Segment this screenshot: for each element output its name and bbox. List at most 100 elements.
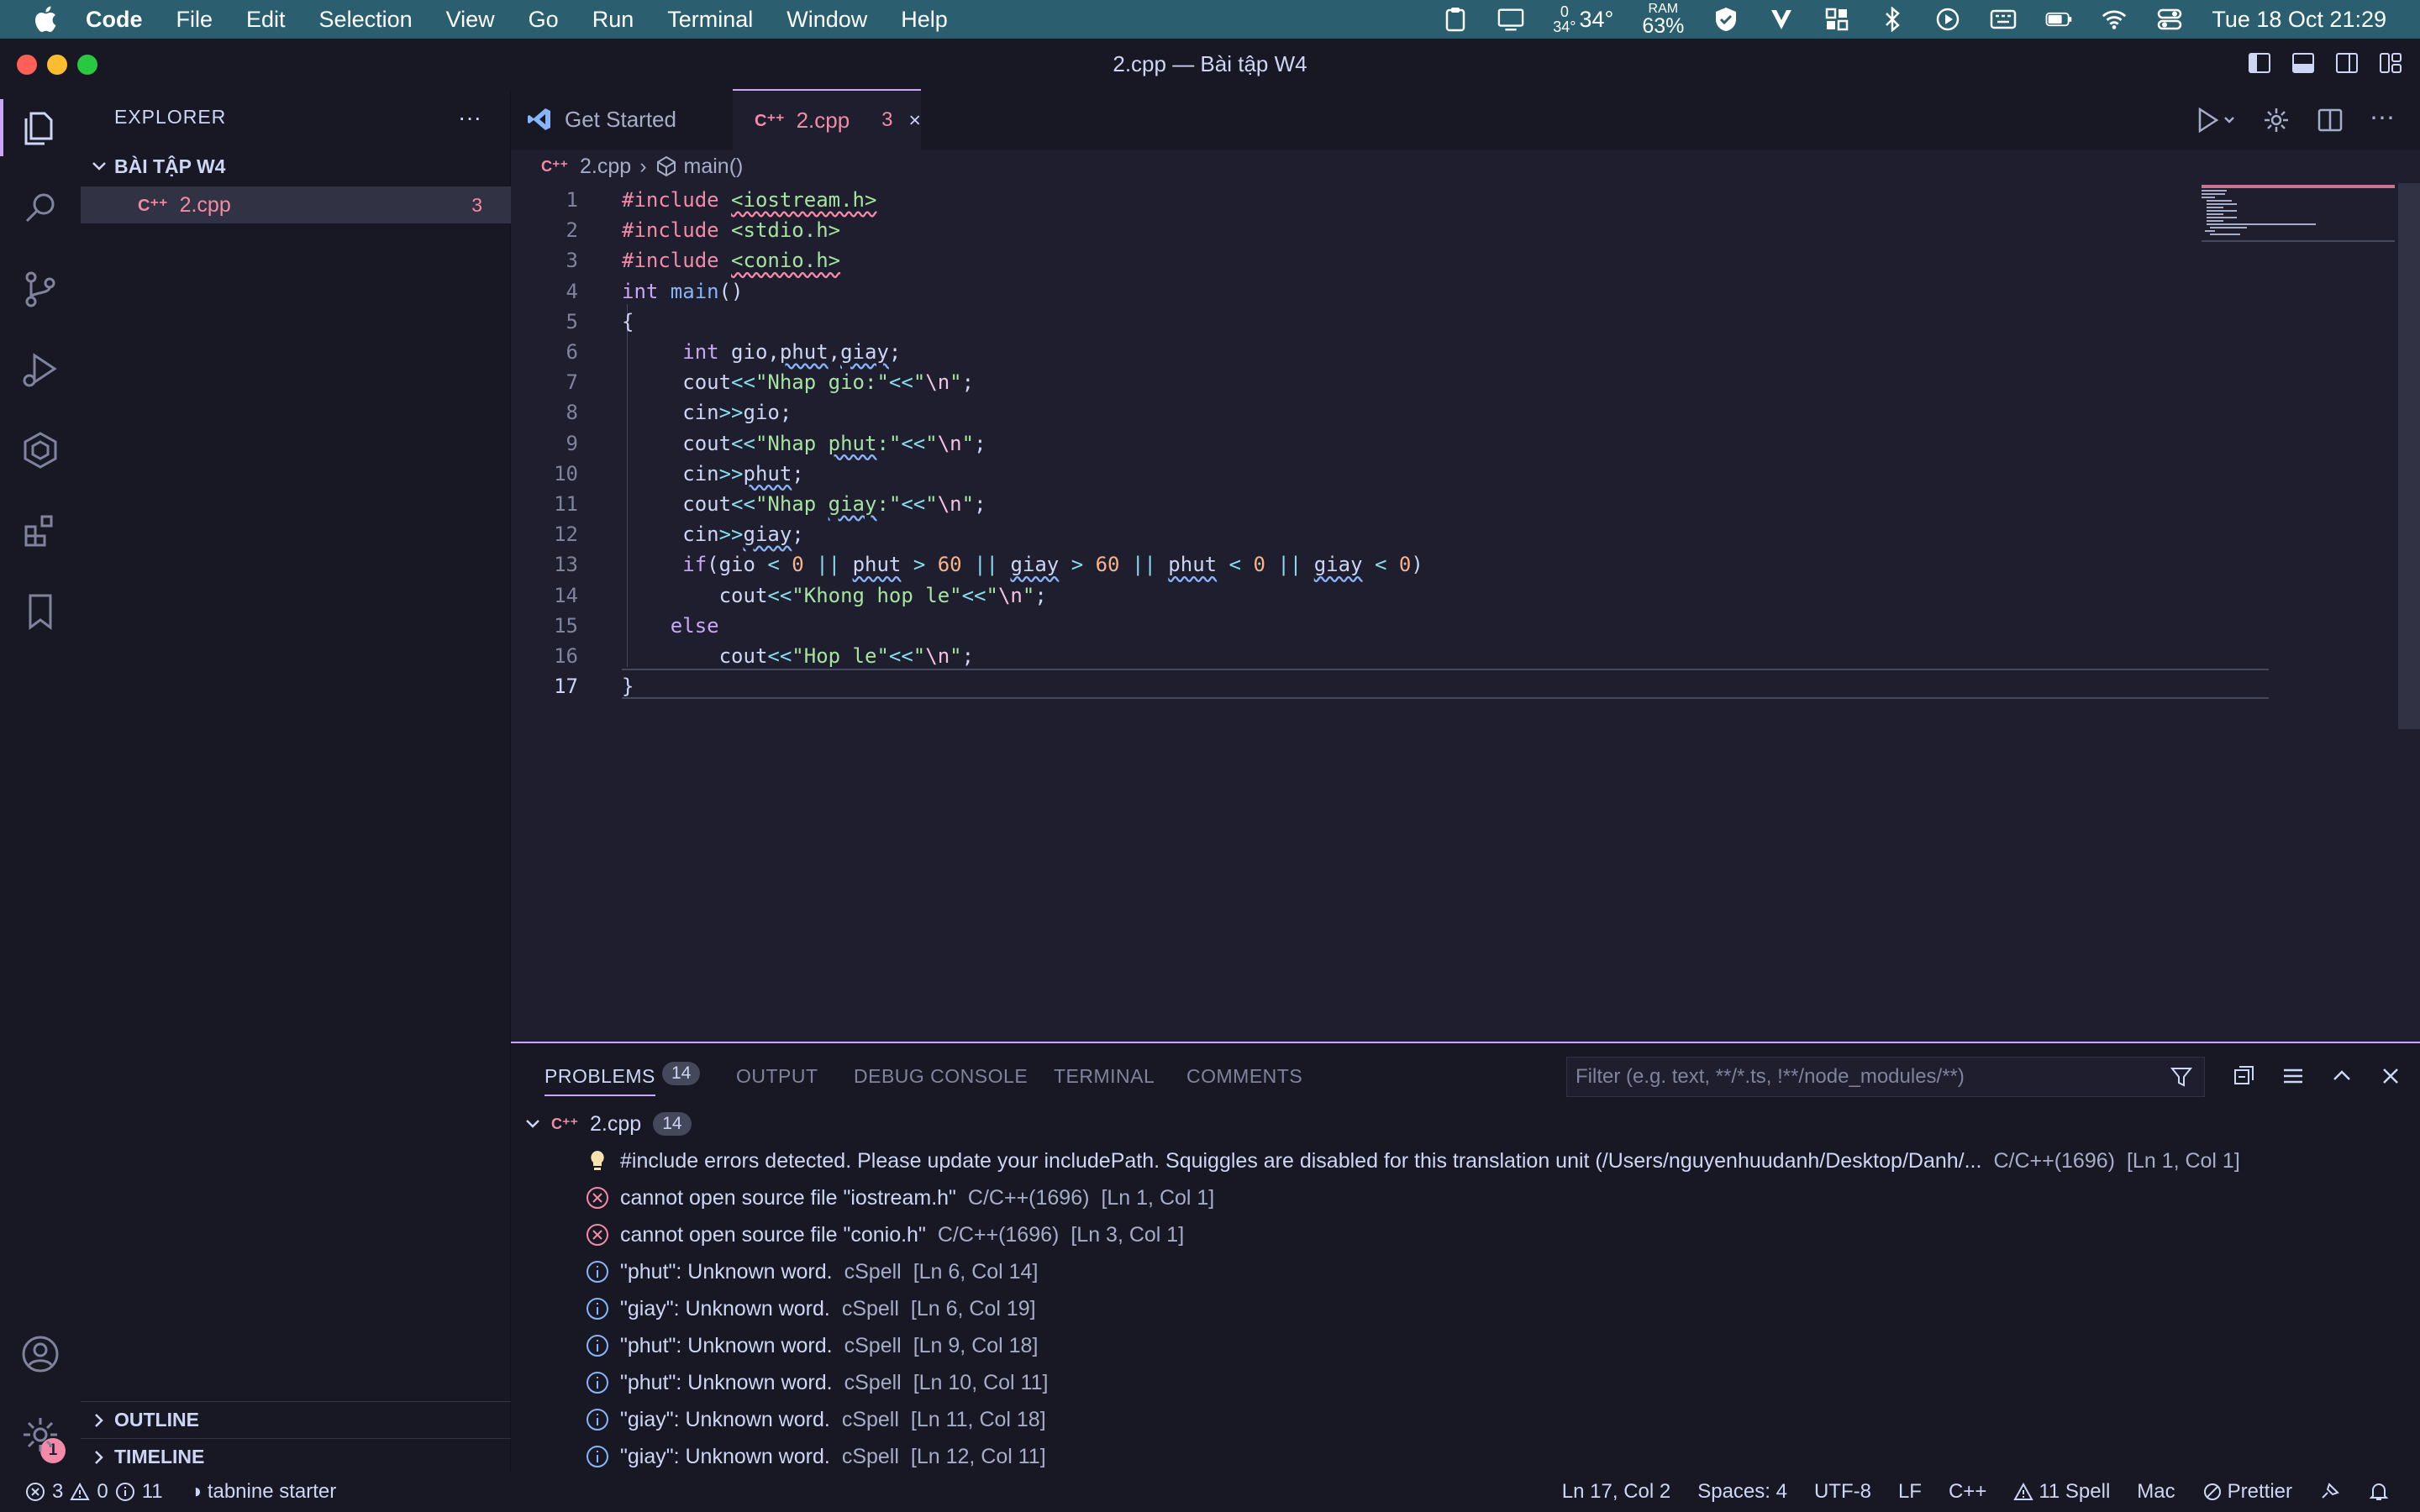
menu-view[interactable]: View bbox=[446, 7, 495, 33]
outline-section[interactable]: OUTLINE bbox=[81, 1401, 511, 1438]
spell-status[interactable]: 11 Spell bbox=[2013, 1480, 2110, 1504]
shield-icon[interactable] bbox=[1712, 7, 1739, 32]
more-actions-icon[interactable]: ⋯ bbox=[2370, 106, 2395, 134]
close-tab-icon[interactable] bbox=[908, 111, 921, 129]
cursor-position[interactable]: Ln 17, Col 2 bbox=[1562, 1480, 1670, 1504]
code-line[interactable]: 6 int gio,phut,giay; bbox=[511, 337, 2191, 367]
display-icon[interactable] bbox=[1497, 7, 1524, 32]
maximize-window-button[interactable] bbox=[77, 55, 97, 75]
collapse-all-icon[interactable] bbox=[2232, 1063, 2257, 1089]
close-panel-icon[interactable] bbox=[2378, 1063, 2403, 1089]
minimize-window-button[interactable] bbox=[47, 55, 67, 75]
menu-app-name[interactable]: Code bbox=[86, 7, 143, 33]
code-line[interactable]: 9 cout<<"Nhap phut:"<<"\n"; bbox=[511, 428, 2191, 459]
tab-get-started[interactable]: Get Started bbox=[511, 89, 726, 150]
clock[interactable]: Tue 18 Oct 21:29 bbox=[2212, 7, 2386, 33]
menu-go[interactable]: Go bbox=[529, 7, 559, 33]
problem-row[interactable]: "phut": Unknown word. cSpell [Ln 6, Col 14… bbox=[511, 1253, 2420, 1290]
bluetooth-icon[interactable] bbox=[1879, 7, 1906, 32]
v-app-icon[interactable] bbox=[1768, 7, 1795, 32]
tab-debug-console[interactable]: DEBUG CONSOLE bbox=[854, 1065, 1028, 1088]
remote-explorer-icon[interactable] bbox=[17, 427, 64, 474]
editor-scrollbar[interactable] bbox=[2398, 183, 2420, 729]
menu-help[interactable]: Help bbox=[901, 7, 948, 33]
feedback-icon[interactable] bbox=[2319, 1481, 2341, 1503]
window-grid-icon[interactable] bbox=[1823, 7, 1850, 32]
menu-terminal[interactable]: Terminal bbox=[667, 7, 753, 33]
clipboard-icon[interactable] bbox=[1442, 7, 1469, 32]
problems-filter-input[interactable]: Filter (e.g. text, **/*.ts, !**/node_mod… bbox=[1566, 1057, 2205, 1097]
tabnine-status[interactable]: ◑ tabnine starter bbox=[190, 1480, 337, 1504]
ram-widget[interactable]: RAM 63% bbox=[1642, 1, 1684, 38]
code-line[interactable]: 7 cout<<"Nhap gio:"<<"\n"; bbox=[511, 367, 2191, 397]
code-line[interactable]: 3 #include <conio.h> bbox=[511, 245, 2191, 276]
problem-row[interactable]: #include errors detected. Please update … bbox=[511, 1142, 2420, 1179]
menu-selection[interactable]: Selection bbox=[319, 7, 413, 33]
extensions-icon[interactable] bbox=[17, 507, 64, 554]
code-line[interactable]: 1 #include <iostream.h> bbox=[511, 185, 2191, 215]
code-line[interactable]: 8 cin>>gio; bbox=[511, 397, 2191, 428]
code-line[interactable]: 12 cin>>giay; bbox=[511, 519, 2191, 549]
search-icon[interactable] bbox=[17, 185, 64, 232]
prettier-status[interactable]: Prettier bbox=[2202, 1480, 2292, 1504]
minimap[interactable] bbox=[2202, 185, 2395, 244]
problem-row[interactable]: "giay": Unknown word. cSpell [Ln 12, Col 1… bbox=[511, 1438, 2420, 1475]
apple-icon[interactable] bbox=[32, 4, 62, 34]
run-debug-icon[interactable] bbox=[17, 346, 64, 393]
file-item-2cpp[interactable]: C⁺⁺ 2.cpp 3 bbox=[81, 186, 511, 223]
account-icon[interactable] bbox=[17, 1331, 64, 1378]
bookmark-icon[interactable] bbox=[17, 588, 64, 635]
run-code-icon[interactable] bbox=[2195, 106, 2237, 134]
menu-run[interactable]: Run bbox=[592, 7, 634, 33]
code-line[interactable]: 13 if(gio < 0 || phut > 60 || giay > 60 … bbox=[511, 549, 2191, 580]
toggle-primary-sidebar-icon[interactable] bbox=[2247, 50, 2272, 76]
problem-row[interactable]: cannot open source file "conio.h" C/C++(1… bbox=[511, 1216, 2420, 1253]
maximize-panel-icon[interactable] bbox=[2329, 1063, 2354, 1089]
problem-row[interactable]: "giay": Unknown word. cSpell [Ln 11, Col 1… bbox=[511, 1401, 2420, 1438]
problems-status[interactable]: 3 0 11 bbox=[25, 1480, 163, 1504]
customize-layout-icon[interactable] bbox=[2378, 50, 2403, 76]
more-actions-icon[interactable]: ··· bbox=[458, 104, 481, 131]
settings-gear-icon[interactable] bbox=[17, 1411, 64, 1458]
code-line[interactable]: 2 #include <stdio.h> bbox=[511, 215, 2191, 245]
problem-row[interactable]: "phut": Unknown word. cSpell [Ln 9, Col 18… bbox=[511, 1327, 2420, 1364]
split-editor-icon[interactable] bbox=[2316, 106, 2344, 134]
toggle-secondary-sidebar-icon[interactable] bbox=[2334, 50, 2360, 76]
code-line[interactable]: 5{ bbox=[511, 307, 2191, 337]
breadcrumb-symbol[interactable]: main() bbox=[684, 155, 744, 179]
tab-terminal[interactable]: TERMINAL bbox=[1054, 1065, 1155, 1088]
explorer-icon[interactable] bbox=[0, 99, 64, 156]
code-line[interactable]: 15 else bbox=[511, 611, 2191, 641]
problem-row[interactable]: "phut": Unknown word. cSpell [Ln 10, Col 1… bbox=[511, 1364, 2420, 1401]
code-editor[interactable]: 1 #include <iostream.h> 2 #include <stdio.h… bbox=[511, 183, 2420, 1042]
code-line[interactable]: 14 cout<<"Khong hop le"<<"\n"; bbox=[511, 580, 2191, 611]
menu-window[interactable]: Window bbox=[786, 7, 867, 33]
filter-icon[interactable] bbox=[2169, 1064, 2194, 1089]
wifi-icon[interactable] bbox=[2101, 7, 2128, 32]
play-circle-icon[interactable] bbox=[1934, 7, 1961, 32]
close-window-button[interactable] bbox=[17, 55, 37, 75]
breadcrumb-file[interactable]: 2.cpp bbox=[580, 155, 631, 179]
menu-edit[interactable]: Edit bbox=[246, 7, 286, 33]
code-line[interactable]: 4 int main() bbox=[511, 276, 2191, 307]
weather-widget[interactable]: 0 34° 34° bbox=[1553, 4, 1613, 34]
tab-problems[interactable]: PROBLEMS bbox=[544, 1065, 655, 1096]
battery-icon[interactable] bbox=[2045, 7, 2072, 32]
end-of-line[interactable]: LF bbox=[1898, 1480, 1922, 1504]
control-center-icon[interactable] bbox=[2156, 7, 2183, 32]
toggle-panel-icon[interactable] bbox=[2291, 50, 2316, 76]
platform[interactable]: Mac bbox=[2137, 1480, 2175, 1504]
code-line[interactable]: 16 cout<<"Hop le"<<"\n"; bbox=[511, 641, 2191, 671]
settings-gear-icon[interactable] bbox=[2262, 106, 2291, 134]
problem-row[interactable]: "giay": Unknown word. cSpell [Ln 6, Col 19… bbox=[511, 1290, 2420, 1327]
view-as-tree-icon[interactable] bbox=[2281, 1063, 2306, 1089]
timeline-section[interactable]: TIMELINE bbox=[81, 1438, 511, 1475]
problem-group-header[interactable]: C⁺⁺ 2.cpp 14 bbox=[511, 1105, 2420, 1142]
code-line[interactable]: 17} bbox=[511, 671, 2191, 701]
menu-file[interactable]: File bbox=[176, 7, 213, 33]
workspace-folder[interactable]: BÀI TẬP W4 bbox=[81, 150, 511, 183]
tab-2cpp[interactable]: C⁺⁺ 2.cpp 3 bbox=[733, 89, 921, 150]
keyboard-icon[interactable] bbox=[1990, 7, 2017, 32]
indentation[interactable]: Spaces: 4 bbox=[1697, 1480, 1787, 1504]
source-control-icon[interactable] bbox=[17, 265, 64, 312]
